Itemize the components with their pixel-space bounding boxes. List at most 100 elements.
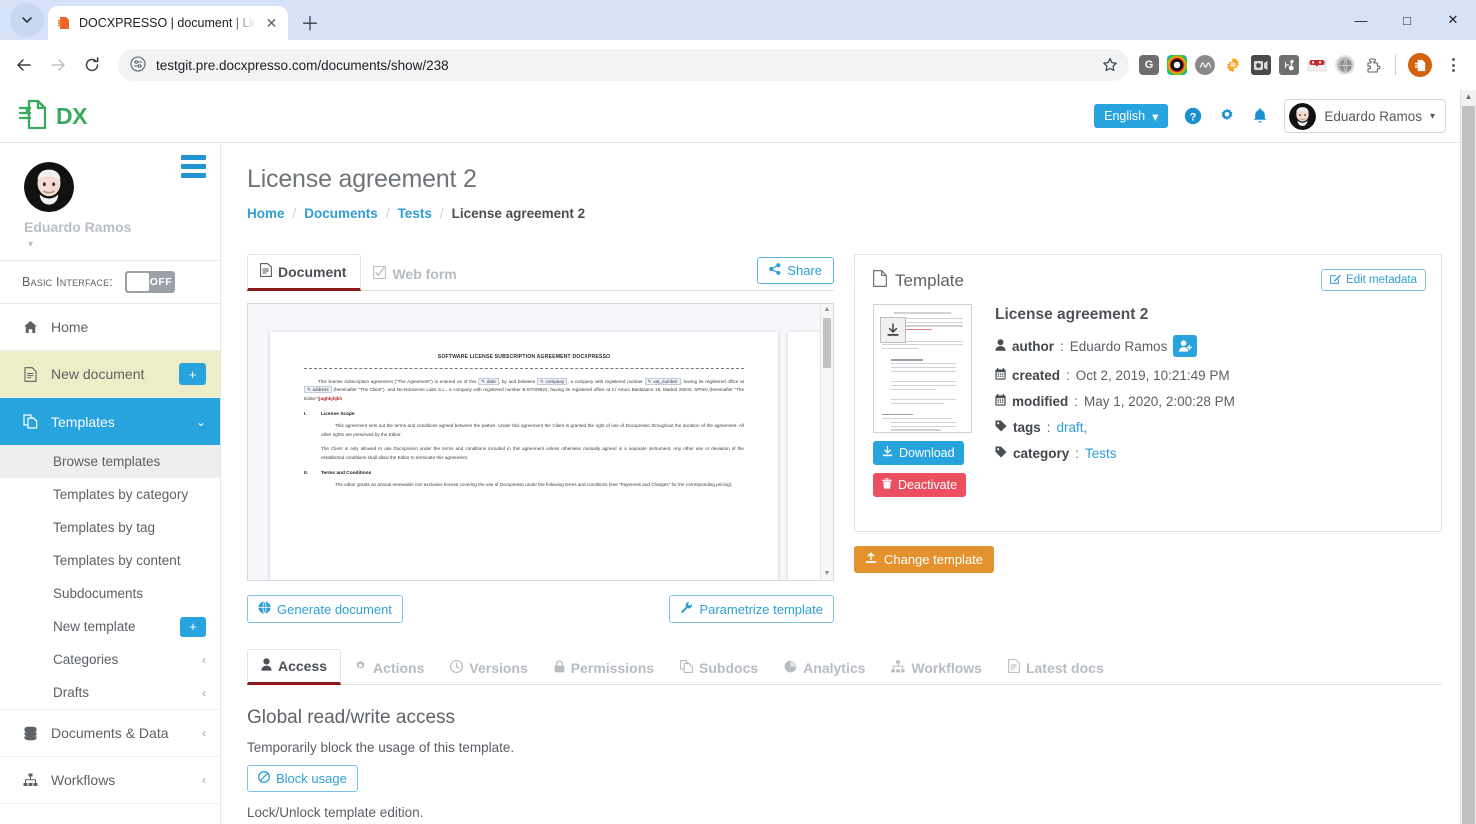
preview-scrollbar-thumb[interactable] (823, 318, 831, 368)
tab-workflows[interactable]: Workflows (878, 652, 995, 684)
new-template-add-button[interactable]: + (180, 616, 206, 637)
sidebar-item-new-template[interactable]: New template + (0, 610, 220, 643)
tab-subdocs[interactable]: Subdocs (667, 652, 771, 684)
tab-analytics[interactable]: Analytics (771, 652, 878, 684)
hamburger-menu-icon[interactable] (181, 155, 206, 178)
bell-icon[interactable] (1252, 107, 1268, 125)
template-title-label: Template (895, 271, 964, 290)
parametrize-template-button[interactable]: Parametrize template (669, 595, 834, 623)
sidebar-item-new-document[interactable]: New document + (0, 351, 220, 398)
sidebar-item-categories[interactable]: Categories ‹ (0, 643, 220, 676)
share-button[interactable]: Share (757, 257, 834, 284)
kebab-menu-icon[interactable] (1440, 50, 1466, 80)
tab-access[interactable]: Access (247, 649, 342, 685)
change-template-button[interactable]: Change template (854, 546, 995, 573)
puzzle-extensions-icon[interactable] (1363, 55, 1383, 75)
wave-extension-icon[interactable] (1195, 55, 1215, 75)
sidebar-item-workflows[interactable]: Workflows ‹ (0, 757, 220, 804)
breadcrumb-tests[interactable]: Tests (398, 206, 432, 221)
generate-document-button[interactable]: Generate document (247, 595, 403, 623)
user-menu[interactable]: Eduardo Ramos ▾ (1284, 99, 1446, 133)
template-tags-row: tags: draft, (995, 420, 1423, 435)
colorful-circle-extension-icon[interactable] (1167, 55, 1187, 75)
tab-label: Permissions (570, 660, 655, 676)
modified-value: May 1, 2020, 2:00:28 PM (1084, 394, 1235, 409)
tab-latest-docs[interactable]: Latest docs (995, 651, 1117, 684)
tab-web-form[interactable]: Web form (361, 258, 470, 290)
page-scroll-up-arrow-icon[interactable]: ▲ (1461, 92, 1476, 101)
back-icon[interactable] (8, 49, 40, 81)
bookmark-star-icon[interactable] (1097, 52, 1123, 78)
basic-interface-label: Basic Interface: (22, 275, 113, 289)
sidebar-avatar[interactable] (24, 162, 74, 212)
sidebar-item-templates[interactable]: Templates ⌄ (0, 398, 220, 445)
tab-versions[interactable]: Versions (437, 652, 540, 684)
sidebar-item-drafts[interactable]: Drafts ‹ (0, 676, 220, 709)
tag-icon (995, 446, 1007, 461)
forward-icon[interactable] (42, 49, 74, 81)
block-usage-button[interactable]: Block usage (247, 765, 358, 792)
reload-icon[interactable] (76, 49, 108, 81)
tab-permissions[interactable]: Permissions (541, 652, 667, 684)
preview-paragraph-1: This license subscription agreement ("Th… (304, 378, 744, 403)
sidebar-item-templates-by-category[interactable]: Templates by category (0, 478, 220, 511)
window-minimize-button[interactable]: — (1338, 0, 1384, 40)
sidebar-item-templates-by-content[interactable]: Templates by content (0, 544, 220, 577)
template-thumbnail[interactable] (873, 304, 972, 433)
docxpresso-profile-avatar[interactable] (1408, 53, 1432, 77)
tab-document[interactable]: Document (247, 254, 362, 291)
gear-icon (354, 660, 367, 676)
preview-scrollbar[interactable]: ▲ ▼ (820, 304, 833, 580)
scroll-down-arrow-icon[interactable]: ▼ (821, 570, 833, 577)
deactivate-template-button[interactable]: Deactivate (873, 473, 967, 497)
category-value-tests[interactable]: Tests (1085, 446, 1117, 461)
new-document-add-button[interactable]: + (179, 363, 206, 385)
window-close-button[interactable]: ✕ (1430, 0, 1476, 40)
app-brand[interactable]: DX (18, 99, 87, 133)
new-tab-button[interactable]: ＋ (296, 8, 324, 36)
sidebar-item-browse-templates[interactable]: Browse templates (0, 445, 220, 478)
lastpass-mask-extension-icon[interactable] (1307, 55, 1327, 75)
home-icon (22, 320, 39, 334)
language-selector[interactable]: English ▾ (1094, 104, 1169, 128)
thumbnail-download-icon[interactable] (880, 317, 906, 343)
page-scrollbar-thumb[interactable] (1462, 106, 1475, 824)
basic-interface-toggle[interactable]: OFF (124, 271, 175, 293)
document-preview[interactable]: SOFTWARE LICENSE SUBSCRIPTION AGREEMENT … (247, 303, 834, 581)
breadcrumb-home[interactable]: Home (247, 206, 285, 221)
window-maximize-button[interactable]: □ (1384, 0, 1430, 40)
address-bar[interactable]: testgit.pre.docxpresso.com/documents/sho… (118, 49, 1129, 81)
clock-icon (450, 659, 464, 676)
hubspot-extension-icon[interactable] (1279, 55, 1299, 75)
add-user-icon[interactable] (1173, 335, 1198, 357)
profile-globe-icon[interactable] (1335, 55, 1355, 75)
preview-divider (304, 368, 744, 369)
preview-section-1-p2: The Client is only allowed to use Docxpr… (321, 446, 744, 460)
site-settings-icon[interactable] (130, 55, 146, 75)
category-label: category (1013, 446, 1070, 461)
sidebar-item-subdocuments[interactable]: Subdocuments (0, 577, 220, 610)
sidebar-item-templates-by-tag[interactable]: Templates by tag (0, 511, 220, 544)
gear-icon[interactable] (1218, 107, 1236, 125)
breadcrumb-documents[interactable]: Documents (304, 206, 378, 221)
tab-close-icon[interactable]: ✕ (263, 14, 280, 32)
grammarly-extension-icon[interactable]: G (1139, 55, 1159, 75)
scroll-up-arrow-icon[interactable]: ▲ (821, 306, 833, 313)
preview-section-1-title: I. License Scope (304, 412, 744, 417)
tag-value-draft[interactable]: draft, (1057, 420, 1088, 435)
page-scrollbar[interactable]: ▲ (1460, 90, 1476, 824)
user-caret-down-icon: ▾ (1429, 110, 1435, 122)
sidebar-user-caret-icon[interactable]: ▾ (28, 239, 220, 250)
browser-window: DOCXPRESSO | document | Lice ✕ ＋ — □ ✕ t… (0, 0, 1476, 824)
tab-actions[interactable]: Actions (341, 652, 437, 684)
help-circle-icon[interactable]: ? (1184, 107, 1202, 125)
tab-search-chevron-icon[interactable] (10, 3, 44, 37)
template-category-row: category: Tests (995, 446, 1423, 461)
download-template-button[interactable]: Download (873, 441, 964, 465)
browser-tab[interactable]: DOCXPRESSO | document | Lice ✕ (48, 6, 288, 40)
gear-orange-extension-icon[interactable]: D (1223, 55, 1243, 75)
edit-metadata-button[interactable]: Edit metadata (1321, 269, 1426, 291)
camera-extension-icon[interactable] (1251, 55, 1271, 75)
sidebar-item-home[interactable]: Home (0, 304, 220, 351)
sidebar-item-documents-and-data[interactable]: Documents & Data ‹ (0, 710, 220, 757)
